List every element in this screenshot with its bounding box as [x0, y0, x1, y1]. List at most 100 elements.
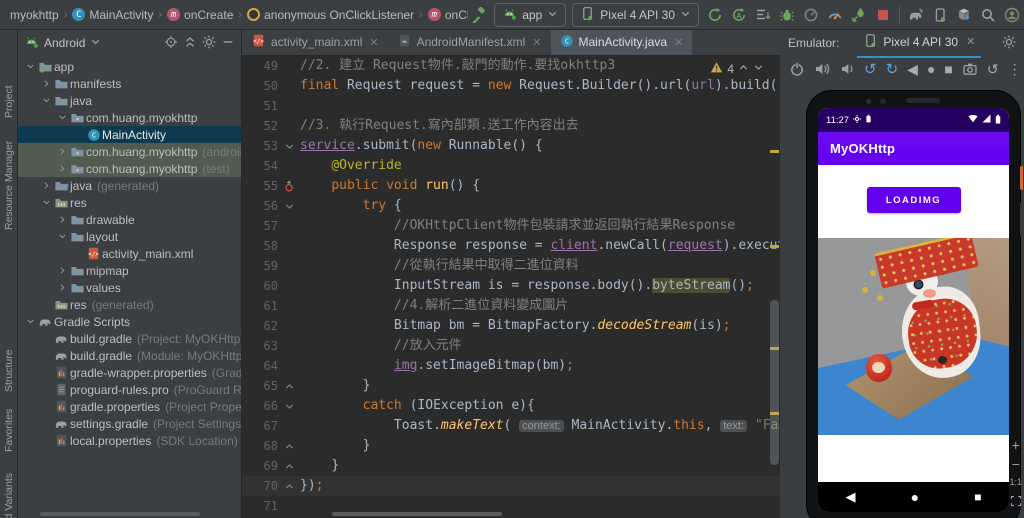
collapse-all-icon[interactable]: [183, 35, 197, 52]
tree-open-chevron-icon[interactable]: [40, 197, 53, 208]
device-manager-icon[interactable]: [930, 5, 950, 25]
close-tab-icon[interactable]: ✕: [674, 36, 683, 49]
code-editor[interactable]: </> activity_main.xml ✕ AndroidManifest.xml…: [242, 30, 780, 518]
tree-item-com-huang-myokhttp[interactable]: com.huang.myokhttp(androidTest): [18, 143, 241, 160]
project-view-mode[interactable]: Android: [44, 36, 85, 50]
editor-vertical-scrollbar[interactable]: [770, 56, 779, 518]
load-image-button[interactable]: LOADIMG: [866, 187, 961, 213]
breadcrumb-item[interactable]: C MainActivity: [72, 8, 153, 22]
tree-closed-chevron-icon[interactable]: [40, 78, 53, 89]
fold-open-icon[interactable]: [282, 138, 296, 154]
screenshot-icon[interactable]: [962, 60, 978, 78]
next-warning-icon[interactable]: [753, 62, 764, 76]
settings-gear-icon[interactable]: [202, 35, 216, 52]
tree-closed-chevron-icon[interactable]: [56, 214, 69, 225]
tree-item-java[interactable]: * java (generated): [18, 177, 241, 194]
emulator-settings-gear-icon[interactable]: [1002, 35, 1016, 52]
tree-item-mipmap[interactable]: mipmap: [18, 262, 241, 279]
sdk-manager-icon[interactable]: [954, 5, 974, 25]
build-hammer-icon[interactable]: [468, 5, 488, 25]
run-restart-icon[interactable]: A: [729, 5, 749, 25]
fold-close-icon[interactable]: [282, 458, 296, 474]
nav-back-button[interactable]: ◀: [846, 489, 856, 505]
search-everywhere-icon[interactable]: [978, 5, 998, 25]
apply-code-changes-icon[interactable]: [753, 5, 773, 25]
tree-closed-chevron-icon[interactable]: [56, 282, 69, 293]
tree-open-chevron-icon[interactable]: [56, 112, 69, 123]
back-icon[interactable]: ◀: [907, 60, 918, 78]
fold-close-icon[interactable]: [282, 478, 296, 494]
sync-gradle-icon[interactable]: [906, 5, 926, 25]
tool-window-button-structure[interactable]: Structure: [3, 349, 15, 392]
more-icon[interactable]: ⋮: [1008, 60, 1022, 78]
breadcrumb-item[interactable]: myokhttp: [10, 8, 59, 22]
override-icon[interactable]: [282, 178, 296, 194]
tree-closed-chevron-icon[interactable]: [56, 265, 69, 276]
tree-item-proguard-rules-pro[interactable]: proguard-rules.pro(ProGuard Rule: [18, 381, 241, 398]
breadcrumb-item[interactable]: monClick: [427, 8, 468, 22]
tree-item-layout[interactable]: layout: [18, 228, 241, 245]
tree-item-app[interactable]: app: [18, 58, 241, 75]
profile-gray-icon[interactable]: [801, 5, 821, 25]
close-icon[interactable]: ✕: [966, 35, 975, 48]
prev-warning-icon[interactable]: [738, 62, 749, 76]
tree-closed-chevron-icon[interactable]: [56, 146, 69, 157]
avatar-icon[interactable]: [1002, 5, 1022, 25]
snapshots-icon[interactable]: ↺: [987, 60, 999, 78]
run-configuration-select[interactable]: app: [494, 2, 567, 27]
close-tab-icon[interactable]: ✕: [532, 36, 541, 49]
tree-item-gradle-wrapper-properties[interactable]: gradle-wrapper.properties(Gradle: [18, 364, 241, 381]
tool-window-button-favorites[interactable]: Favorites: [3, 409, 15, 452]
inspection-widget[interactable]: 4: [710, 61, 764, 77]
tree-item-res[interactable]: res: [18, 194, 241, 211]
nav-home-button[interactable]: ●: [911, 489, 919, 505]
emulator-device-tab[interactable]: Pixel 4 API 30 ✕: [857, 30, 982, 58]
fold-open-icon[interactable]: [282, 198, 296, 214]
zoom-in-button[interactable]: +: [1012, 438, 1020, 452]
zoom-out-button[interactable]: −: [1012, 457, 1020, 471]
tool-window-button-build-variants[interactable]: Build Variants: [3, 473, 15, 518]
tree-open-chevron-icon[interactable]: [56, 231, 69, 242]
tree-item-build-gradle[interactable]: build.gradle (Module: MyOKHttp.a: [18, 347, 241, 364]
locate-file-icon[interactable]: [164, 35, 178, 52]
profiler-icon[interactable]: [825, 5, 845, 25]
tree-closed-chevron-icon[interactable]: [56, 163, 69, 174]
tree-open-chevron-icon[interactable]: [24, 61, 37, 72]
rotate-cw-icon[interactable]: ↻: [886, 60, 899, 78]
debug-icon[interactable]: [777, 5, 797, 25]
power-icon[interactable]: [789, 60, 805, 78]
editor-horizontal-scrollbar[interactable]: [332, 512, 502, 516]
rotate-ccw-icon[interactable]: ↺: [864, 60, 877, 78]
device-select[interactable]: Pixel 4 API 30: [572, 2, 699, 27]
tree-open-chevron-icon[interactable]: [24, 316, 37, 327]
tree-item-gradle-properties[interactable]: gradle.properties(Project Properti: [18, 398, 241, 415]
fold-close-icon[interactable]: [282, 378, 296, 394]
tree-open-chevron-icon[interactable]: [40, 95, 53, 106]
hide-panel-icon[interactable]: [221, 35, 235, 52]
overview-icon[interactable]: ■: [944, 60, 952, 78]
home-icon[interactable]: ●: [927, 60, 935, 78]
fold-open-icon[interactable]: [282, 398, 296, 414]
code-area[interactable]: 49//2. 建立 Request物件.敲門的動作.要找okhttp3 50 fin…: [242, 56, 780, 518]
breadcrumb-item[interactable]: anonymous OnClickListener: [247, 8, 414, 22]
volume-down-icon[interactable]: [839, 60, 855, 78]
nav-overview-button[interactable]: ■: [974, 490, 981, 504]
attach-debugger-icon[interactable]: [849, 5, 869, 25]
volume-up-icon[interactable]: [814, 60, 830, 78]
fold-close-icon[interactable]: [282, 438, 296, 454]
tree-item-local-properties[interactable]: local.properties (SDK Location): [18, 432, 241, 449]
fit-screen-icon[interactable]: [1010, 494, 1022, 512]
tree-item-drawable[interactable]: drawable: [18, 211, 241, 228]
tree-item-java[interactable]: java: [18, 92, 241, 109]
tree-item-com-huang-myokhttp[interactable]: com.huang.myokhttp (test): [18, 160, 241, 177]
tool-window-button-resource-manager[interactable]: Resource Manager: [3, 141, 15, 230]
tree-item-com-huang-myokhttp[interactable]: com.huang.myokhttp: [18, 109, 241, 126]
tree-item-mainactivity[interactable]: C MainActivity: [18, 126, 241, 143]
close-tab-icon[interactable]: ✕: [369, 36, 378, 49]
editor-tab-activity-main-xml[interactable]: </> activity_main.xml ✕: [242, 30, 388, 55]
phone-screen[interactable]: 11:27 MyOKHttp LOADIMG ◀ ● ■: [818, 108, 1009, 512]
editor-tab-mainactivity-java[interactable]: C MainActivity.java ✕: [550, 30, 693, 55]
run-icon[interactable]: [705, 5, 725, 25]
tree-item-res[interactable]: res (generated): [18, 296, 241, 313]
tree-item-manifests[interactable]: manifests: [18, 75, 241, 92]
